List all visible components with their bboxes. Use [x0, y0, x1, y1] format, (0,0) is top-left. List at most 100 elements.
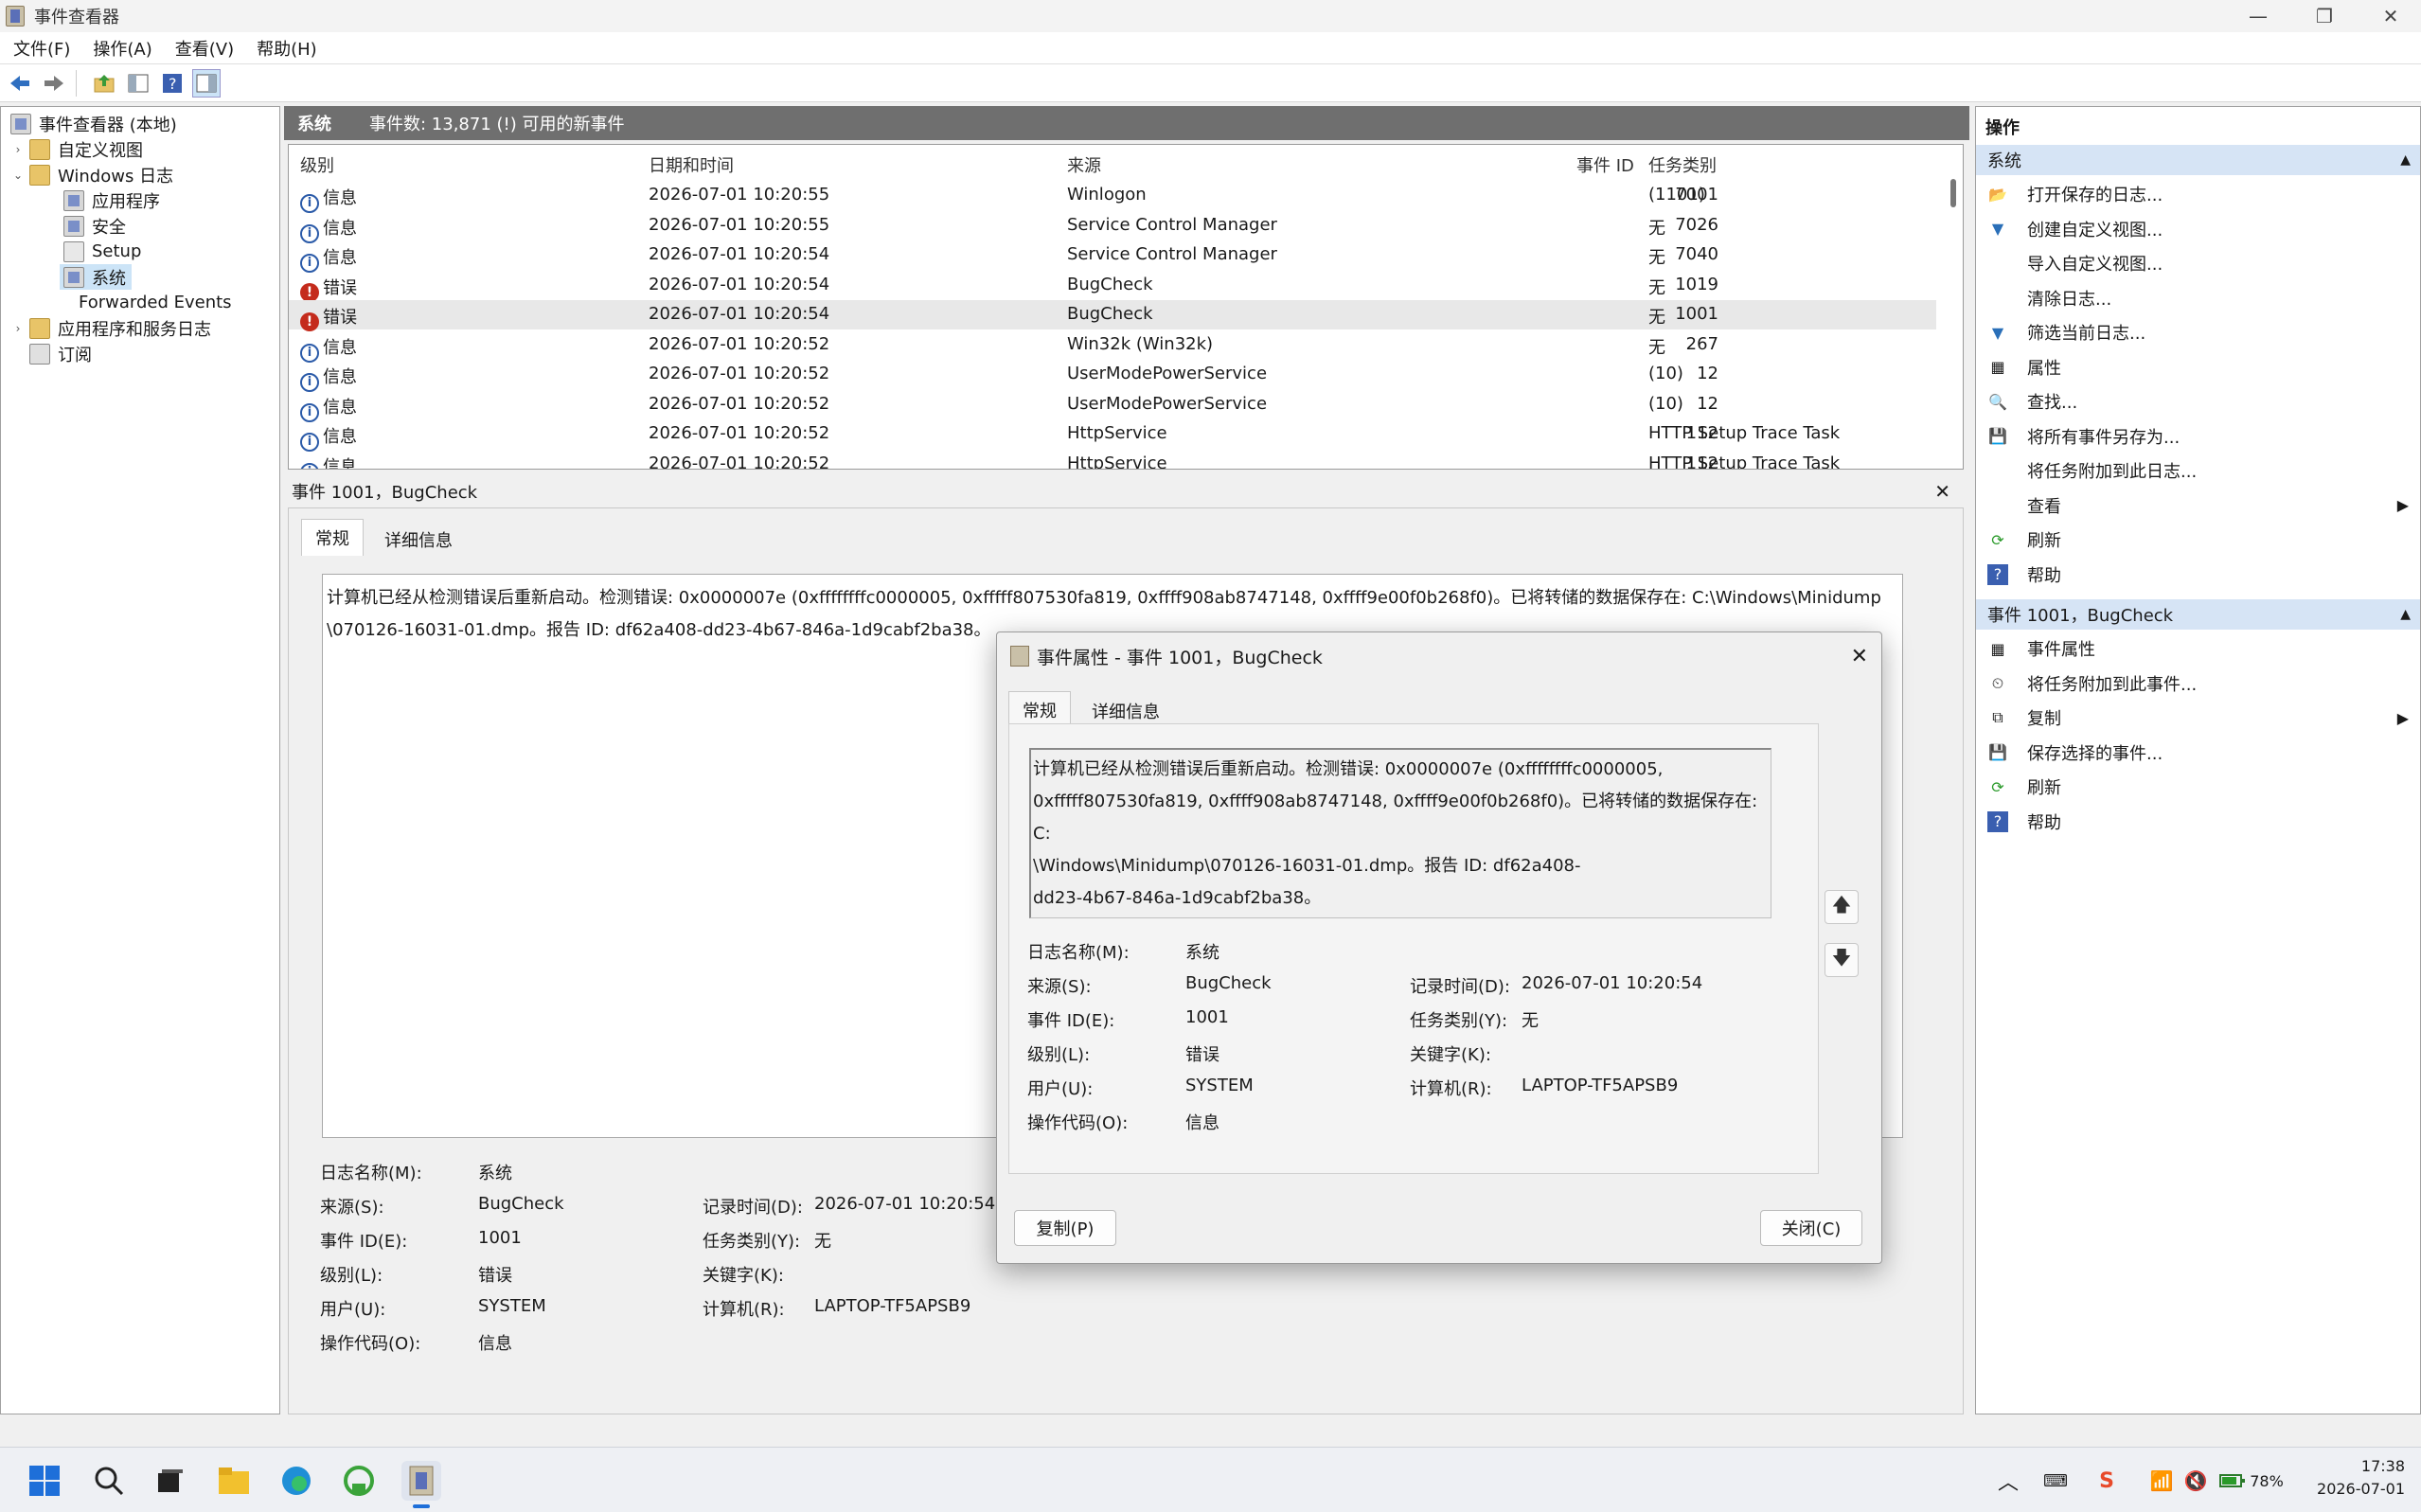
description-line: dd23-4b67-846a-1d9cabf2ba38。: [1033, 888, 1322, 908]
tree-custom-views[interactable]: › 自定义视图: [10, 136, 143, 162]
tree-subscriptions[interactable]: 订阅: [26, 341, 92, 366]
expand-chevron-icon[interactable]: ›: [10, 143, 26, 156]
cell-source: Service Control Manager: [1067, 214, 1277, 235]
action-item[interactable]: ▦ 属性: [1976, 352, 2420, 382]
up-folder-icon[interactable]: [90, 69, 118, 98]
list-scrollbar[interactable]: [1950, 179, 1956, 207]
action-item[interactable]: 将任务附加到此日志...: [1976, 455, 2420, 486]
tab-general[interactable]: 常规: [301, 519, 364, 556]
show-hide-action-pane-icon[interactable]: [192, 68, 221, 98]
close-detail-icon[interactable]: ✕: [1934, 480, 1950, 503]
tab-details[interactable]: 详细信息: [371, 522, 466, 558]
copy-button[interactable]: 复制(P): [1014, 1210, 1116, 1246]
actions-section-event[interactable]: 事件 1001，BugCheck ▲: [1976, 599, 2420, 630]
collapse-up-icon[interactable]: ▲: [2400, 152, 2411, 168]
action-item[interactable]: ⟳ 刷新: [1976, 772, 2420, 802]
tree-log-forwarded[interactable]: Forwarded Events: [60, 290, 232, 315]
cell-task: 无: [1648, 277, 1665, 298]
action-item[interactable]: 💾 将所有事件另存为...: [1976, 421, 2420, 452]
maximize-button[interactable]: ❐: [2291, 0, 2358, 32]
cell-level: i信息: [300, 185, 357, 213]
action-label: 事件属性: [2027, 640, 2095, 660]
volume-muted-icon[interactable]: 🔇: [2176, 1461, 2216, 1501]
dlg-label-keywords: 关键字(K):: [1410, 1045, 1491, 1065]
task-view-icon[interactable]: [150, 1461, 189, 1501]
action-item[interactable]: ? 帮助: [1976, 807, 2420, 837]
forward-arrow-icon[interactable]: [40, 69, 68, 98]
start-windows-icon[interactable]: [25, 1461, 64, 1501]
column-header-datetime[interactable]: 日期和时间: [649, 152, 734, 177]
minimize-button[interactable]: —: [2225, 0, 2291, 32]
close-window-button[interactable]: ✕: [2358, 0, 2421, 32]
chevron-up-icon[interactable]: ︿: [1988, 1461, 2028, 1501]
tree-app-service-logs[interactable]: › 应用程序和服务日志: [10, 315, 211, 341]
table-row[interactable]: i 信息 2026-07-01 10:20:52 UserModePowerServi…: [289, 360, 1936, 392]
action-item[interactable]: ▦ 事件属性: [1976, 633, 2420, 664]
tree-log-setup[interactable]: Setup: [60, 239, 141, 264]
column-header-task-category[interactable]: 任务类别: [1648, 152, 1717, 177]
action-item[interactable]: 查看 ▶: [1976, 490, 2420, 521]
close-button[interactable]: 关闭(C): [1760, 1210, 1862, 1246]
tree-windows-logs[interactable]: ⌄ Windows 日志: [10, 162, 173, 187]
tree-log-security[interactable]: 安全: [60, 213, 126, 239]
menu-file[interactable]: 文件(F): [13, 36, 70, 61]
table-row[interactable]: i 信息 2026-07-01 10:20:55 Winlogon 7001 (1101): [289, 181, 1936, 213]
menu-action[interactable]: 操作(A): [93, 36, 151, 61]
help-icon: ?: [1987, 810, 2008, 832]
column-header-event-id[interactable]: 事件 ID: [1576, 152, 1634, 177]
menu-view[interactable]: 查看(V): [175, 36, 234, 61]
tree-root[interactable]: 事件查看器 (本地): [7, 111, 177, 136]
blank-icon: [1987, 253, 2008, 274]
cell-source: UserModePowerService: [1067, 364, 1268, 383]
expand-chevron-icon[interactable]: ›: [10, 322, 26, 335]
action-item[interactable]: 💾 保存选择的事件...: [1976, 738, 2420, 768]
table-row[interactable]: i 信息 2026-07-01 10:20:54 Service Control Ma…: [289, 240, 1936, 273]
table-row[interactable]: i 信息 2026-07-01 10:20:52 Win32k (Win32k) 267…: [289, 330, 1936, 363]
table-row[interactable]: i信息2026-07-01 10:20:52HttpService112HTTP…: [289, 419, 1936, 452]
cell-source: UserModePowerService: [1067, 393, 1268, 414]
action-item[interactable]: ▼ 创建自定义视图...: [1976, 214, 2420, 244]
search-icon[interactable]: [89, 1461, 129, 1501]
action-label: 清除日志...: [2027, 289, 2112, 310]
action-item[interactable]: 🔍 查找...: [1976, 386, 2420, 417]
action-label: 打开保存的日志...: [2027, 186, 2163, 205]
show-hide-tree-icon[interactable]: [124, 69, 152, 98]
action-item[interactable]: 📂 打开保存的日志...: [1976, 179, 2420, 209]
previous-event-arrow-up-icon[interactable]: 🡅: [1825, 890, 1859, 924]
file-explorer-icon[interactable]: [214, 1461, 254, 1501]
tree-log-application[interactable]: 应用程序: [60, 187, 160, 213]
edge-browser-icon[interactable]: [276, 1461, 316, 1501]
action-item[interactable]: ⏲ 将任务附加到此事件...: [1976, 668, 2420, 699]
table-row[interactable]: i信息2026-07-01 10:20:52HttpService112HTTP…: [289, 450, 1936, 469]
clock[interactable]: 17:38 2026-07-01: [2301, 1455, 2405, 1501]
sogou-input-icon[interactable]: S: [2087, 1461, 2127, 1501]
attach-task-icon: ⏲: [1991, 673, 2004, 692]
column-header-level[interactable]: 级别: [300, 152, 334, 177]
ime-icon[interactable]: ⌨: [2036, 1461, 2075, 1501]
back-arrow-icon[interactable]: [6, 69, 34, 98]
log-name: 系统: [297, 115, 331, 134]
event-viewer-taskbar-icon[interactable]: [401, 1461, 441, 1508]
actions-section-system[interactable]: 系统 ▲: [1976, 145, 2420, 175]
green-app-icon[interactable]: [339, 1461, 379, 1501]
dialog-close-icon[interactable]: ✕: [1851, 645, 1868, 668]
menu-help[interactable]: 帮助(H): [257, 36, 317, 61]
action-item[interactable]: ⟳ 刷新: [1976, 525, 2420, 555]
table-row[interactable]: ! 错误 2026-07-01 10:20:54 BugCheck 1001 无: [289, 300, 1936, 331]
action-item[interactable]: ⧉ 复制 ▶: [1976, 703, 2420, 733]
next-event-arrow-down-icon[interactable]: 🡇: [1825, 943, 1859, 977]
table-row[interactable]: i 信息 2026-07-01 10:20:55 Service Control Ma…: [289, 211, 1936, 243]
table-row[interactable]: i 信息 2026-07-01 10:20:52 UserModePowerServi…: [289, 390, 1936, 422]
table-row[interactable]: ! 错误 2026-07-01 10:20:54 BugCheck 1019 无: [289, 271, 1936, 302]
collapse-chevron-icon[interactable]: ⌄: [10, 169, 26, 182]
action-item[interactable]: ▼ 筛选当前日志...: [1976, 317, 2420, 347]
action-item[interactable]: ? 帮助: [1976, 560, 2420, 590]
action-item[interactable]: 清除日志...: [1976, 283, 2420, 313]
help-icon[interactable]: ?: [158, 69, 187, 98]
collapse-up-icon[interactable]: ▲: [2400, 607, 2411, 622]
action-item[interactable]: 导入自定义视图...: [1976, 248, 2420, 278]
column-header-source[interactable]: 来源: [1067, 152, 1101, 177]
tree-log-system[interactable]: 系统: [60, 264, 132, 290]
cell-id: 1001: [1675, 304, 1718, 324]
battery-indicator[interactable]: 78%: [2214, 1461, 2289, 1501]
